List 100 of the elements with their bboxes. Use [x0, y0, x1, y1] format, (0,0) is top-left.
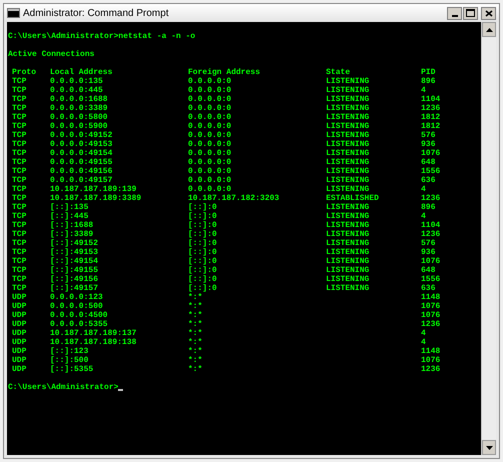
protocol-cell: UDP: [12, 365, 26, 374]
pid-cell: 4: [421, 338, 426, 347]
protocol-cell: TCP: [12, 158, 26, 167]
scroll-down-button[interactable]: [482, 440, 496, 455]
maximize-button[interactable]: [463, 6, 478, 20]
local-address-cell: [::]:500: [50, 356, 88, 365]
pid-cell: 1076: [421, 311, 440, 320]
minimize-button[interactable]: [447, 6, 462, 20]
state-cell: LISTENING: [326, 266, 370, 275]
foreign-address-cell: 0.0.0.0:0: [188, 149, 232, 158]
local-address-cell: 0.0.0.0:1688: [50, 95, 108, 104]
pid-cell: 576: [421, 131, 436, 140]
state-cell: LISTENING: [326, 230, 370, 239]
scroll-up-button[interactable]: [482, 22, 496, 37]
protocol-cell: UDP: [12, 302, 26, 311]
local-address-cell: [::]:1688: [50, 221, 94, 230]
local-address-cell: [::]:49152: [50, 239, 98, 248]
protocol-cell: TCP: [12, 284, 26, 293]
protocol-cell: TCP: [12, 176, 26, 185]
foreign-address-cell: [::]:0: [188, 266, 217, 275]
foreign-address-cell: 0.0.0.0:0: [188, 167, 232, 176]
protocol-cell: TCP: [12, 203, 26, 212]
command-line: C:\Users\Administrator>netstat -a -n -o: [8, 32, 196, 41]
state-cell: LISTENING: [326, 149, 370, 158]
state-cell: LISTENING: [326, 239, 370, 248]
local-address-cell: [::]:49155: [50, 266, 98, 275]
foreign-address-cell: *:*: [188, 329, 202, 338]
vertical-scrollbar[interactable]: [481, 22, 496, 455]
local-address-cell: 0.0.0.0:49157: [50, 176, 112, 185]
state-cell: LISTENING: [326, 86, 370, 95]
foreign-address-cell: [::]:0: [188, 248, 217, 257]
pid-cell: 1076: [421, 356, 440, 365]
state-cell: LISTENING: [326, 113, 370, 122]
protocol-cell: UDP: [12, 311, 26, 320]
local-address-cell: 10.187.187.189:138: [50, 338, 136, 347]
local-address-cell: 0.0.0.0:500: [50, 302, 103, 311]
foreign-address-cell: 10.187.187.182:3203: [188, 194, 280, 203]
protocol-cell: TCP: [12, 248, 26, 257]
pid-cell: 1148: [421, 347, 440, 356]
console-icon: [7, 8, 20, 18]
pid-cell: 896: [421, 203, 436, 212]
pid-cell: 648: [421, 158, 436, 167]
column-header: Proto: [12, 68, 36, 77]
local-address-cell: [::]:123: [50, 347, 88, 356]
close-button[interactable]: [481, 6, 496, 20]
foreign-address-cell: [::]:0: [188, 203, 217, 212]
column-header: Foreign Address: [188, 68, 260, 77]
command-prompt: C:\Users\Administrator>: [8, 383, 118, 392]
local-address-cell: [::]:135: [50, 203, 88, 212]
foreign-address-cell: *:*: [188, 347, 202, 356]
pid-cell: 1236: [421, 320, 440, 329]
protocol-cell: TCP: [12, 140, 26, 149]
up-arrow-icon: [486, 28, 492, 32]
pid-cell: 4: [421, 86, 426, 95]
pid-cell: 936: [421, 248, 436, 257]
state-cell: LISTENING: [326, 284, 370, 293]
window-title: Administrator: Command Prompt: [23, 6, 169, 20]
protocol-cell: UDP: [12, 320, 26, 329]
protocol-cell: UDP: [12, 329, 26, 338]
foreign-address-cell: [::]:0: [188, 257, 217, 266]
protocol-cell: TCP: [12, 167, 26, 176]
pid-cell: 1236: [421, 194, 440, 203]
local-address-cell: [::]:49154: [50, 257, 98, 266]
local-address-cell: 0.0.0.0:123: [50, 293, 103, 302]
protocol-cell: TCP: [12, 230, 26, 239]
protocol-cell: TCP: [12, 122, 26, 131]
protocol-cell: UDP: [12, 347, 26, 356]
pid-cell: 896: [421, 77, 436, 86]
foreign-address-cell: *:*: [188, 356, 202, 365]
foreign-address-cell: [::]:0: [188, 284, 217, 293]
foreign-address-cell: 0.0.0.0:0: [188, 131, 232, 140]
local-address-cell: 0.0.0.0:49155: [50, 158, 112, 167]
pid-cell: 1236: [421, 230, 440, 239]
local-address-cell: 0.0.0.0:5355: [50, 320, 108, 329]
state-cell: LISTENING: [326, 95, 370, 104]
local-address-cell: [::]:49157: [50, 284, 98, 293]
local-address-cell: [::]:49156: [50, 275, 98, 284]
column-header: PID: [421, 68, 436, 77]
pid-cell: 1148: [421, 293, 440, 302]
state-cell: LISTENING: [326, 257, 370, 266]
protocol-cell: TCP: [12, 221, 26, 230]
foreign-address-cell: 0.0.0.0:0: [188, 158, 232, 167]
section-heading: Active Connections: [8, 50, 94, 59]
local-address-cell: 0.0.0.0:445: [50, 86, 103, 95]
foreign-address-cell: 0.0.0.0:0: [188, 140, 232, 149]
local-address-cell: 0.0.0.0:135: [50, 77, 103, 86]
protocol-cell: TCP: [12, 131, 26, 140]
local-address-cell: [::]:5355: [50, 365, 94, 374]
column-header: State: [326, 68, 350, 77]
foreign-address-cell: *:*: [188, 320, 202, 329]
close-icon: [484, 10, 492, 16]
protocol-cell: UDP: [12, 293, 26, 302]
local-address-cell: 10.187.187.189:3389: [50, 194, 142, 203]
pid-cell: 1556: [421, 167, 440, 176]
down-arrow-icon: [486, 446, 492, 450]
local-address-cell: [::]:445: [50, 212, 88, 221]
protocol-cell: TCP: [12, 77, 26, 86]
pid-cell: 1104: [421, 221, 440, 230]
protocol-cell: TCP: [12, 185, 26, 194]
foreign-address-cell: [::]:0: [188, 275, 217, 284]
